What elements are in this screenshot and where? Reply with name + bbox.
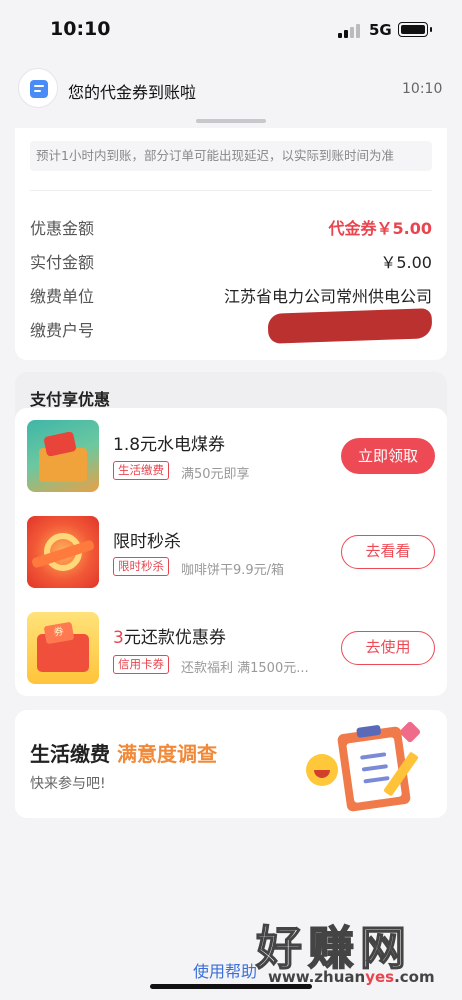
paid-amount-value: ￥5.00	[380, 253, 432, 272]
notification-time: 10:10	[402, 81, 443, 97]
app-notification-icon	[18, 68, 58, 108]
promo-title-flash-sale: 限时秒杀	[113, 532, 181, 552]
laughing-emoji-icon	[306, 754, 338, 786]
promo-desc-repayment: 还款福利 满1500元...	[181, 661, 309, 676]
notification-title: 您的代金券到账啦	[68, 83, 197, 102]
battery-icon	[398, 22, 432, 37]
status-time: 10:10	[50, 18, 111, 40]
network-label: 5G	[369, 21, 392, 39]
status-bar: 10:10 5G	[0, 0, 462, 60]
discount-amount-value: 代金券￥5.00	[328, 219, 432, 238]
divider	[30, 190, 432, 191]
survey-title-b: 满意度调查	[116, 742, 217, 766]
gift-box-image	[27, 420, 99, 492]
promo-title-repayment: 3元还款优惠券	[113, 623, 226, 648]
payee-label: 缴费单位	[30, 287, 95, 306]
paid-amount-label: 实付金额	[30, 253, 95, 272]
flash-sale-image	[27, 516, 99, 588]
arrival-notice: 预计1小时内到账，部分订单可能出现延迟，以实际到账时间为准	[30, 141, 432, 171]
view-button[interactable]: 去看看	[341, 535, 435, 569]
survey-subtitle: 快来参与吧!	[30, 776, 106, 792]
home-indicator[interactable]	[150, 984, 312, 989]
drag-handle[interactable]	[196, 119, 266, 123]
payee-value: 江苏省电力公司常州供电公司	[223, 287, 432, 306]
discount-amount-label: 优惠金额	[30, 219, 95, 238]
notification-banner[interactable]: 您的代金券到账啦 10:10	[0, 60, 462, 120]
watermark-url-suffix: .com	[394, 968, 435, 986]
watermark-url-highlight: yes	[365, 968, 395, 986]
promotions-title: 支付享优惠	[30, 390, 111, 409]
signal-icon	[338, 22, 362, 38]
promo-desc-flash-sale: 咖啡饼干9.9元/箱	[181, 563, 285, 578]
coupon-envelope-image: 券	[27, 612, 99, 684]
survey-title: 生活缴费 满意度调查	[30, 738, 217, 767]
survey-title-a: 生活缴费	[30, 742, 110, 766]
promo-title-amount: 3	[113, 628, 124, 648]
claim-now-button[interactable]: 立即领取	[341, 438, 435, 474]
promo-desc-utility: 满50元即享	[181, 467, 250, 482]
use-button[interactable]: 去使用	[341, 631, 435, 665]
promo-tag-credit-card: 信用卡券	[113, 655, 169, 674]
promo-title-text: 元还款优惠券	[123, 628, 226, 648]
promo-tag-life-payment: 生活缴费	[113, 461, 169, 480]
account-number-label: 缴费户号	[30, 321, 95, 340]
help-link[interactable]: 使用帮助	[193, 958, 257, 982]
promo-title-utility-coupon: 1.8元水电煤券	[113, 435, 226, 455]
redacted-account-number	[267, 308, 433, 344]
promo-tag-flash-sale: 限时秒杀	[113, 557, 169, 576]
